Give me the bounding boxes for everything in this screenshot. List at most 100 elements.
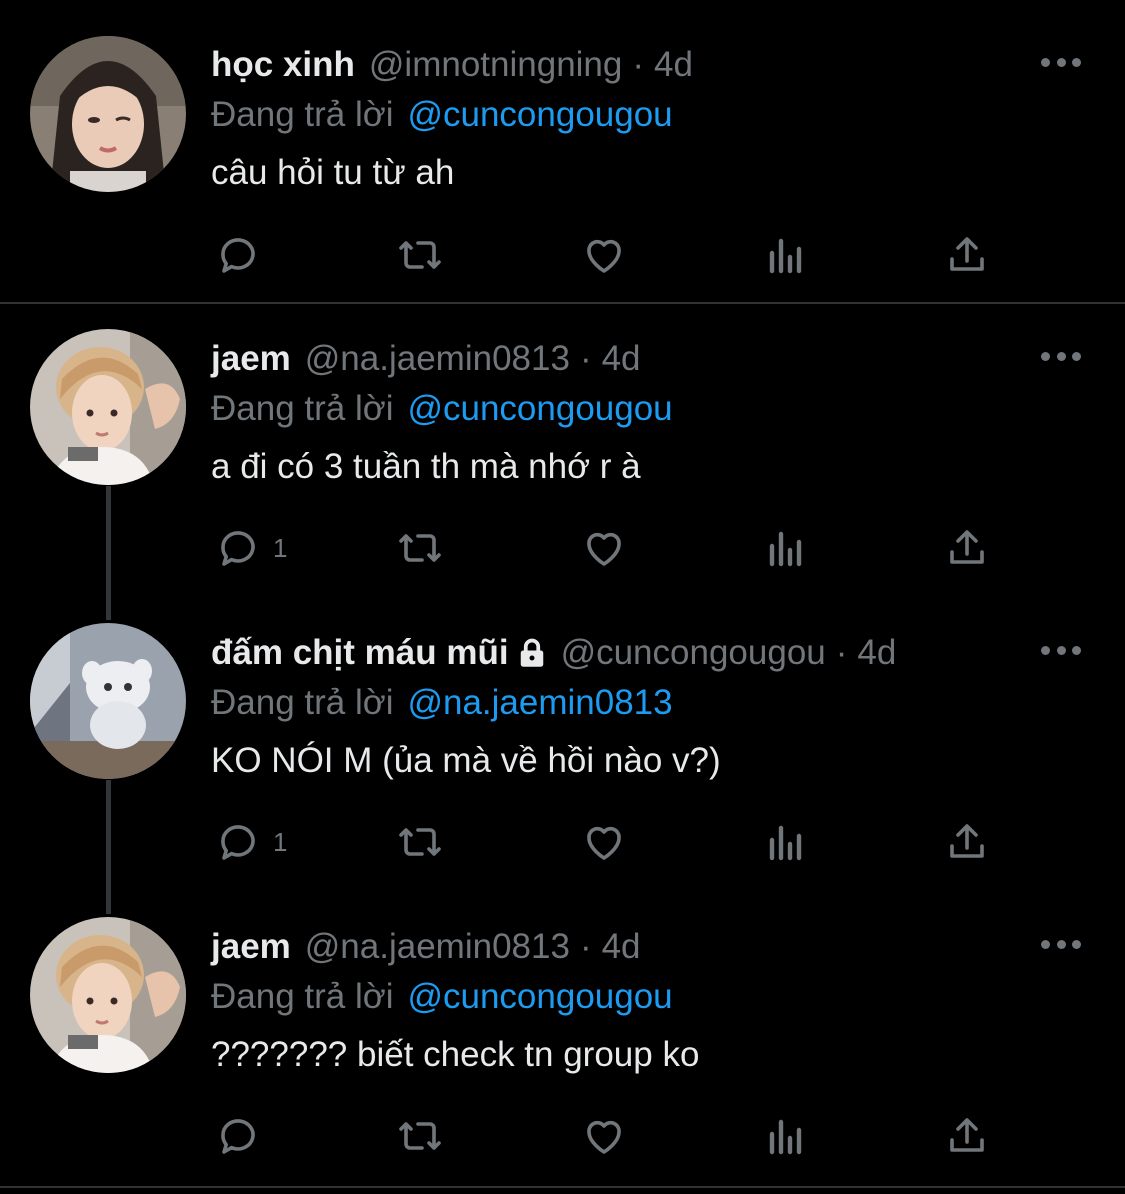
views-icon — [769, 531, 802, 567]
user-handle[interactable]: @imnotningning — [369, 45, 622, 85]
timestamp[interactable]: 4d — [857, 633, 896, 673]
tweet-text: KO NÓI M (ủa mà về hồi nào v?) — [211, 741, 721, 780]
views-button[interactable] — [762, 230, 810, 280]
mention-link[interactable]: @cuncongougou — [407, 977, 672, 1017]
reply-button[interactable]: 1 — [215, 523, 287, 573]
more-options-icon[interactable] — [1041, 640, 1081, 660]
share-button[interactable] — [943, 523, 991, 573]
reply-icon — [221, 1119, 255, 1154]
reply-icon — [221, 825, 255, 860]
share-button[interactable] — [943, 230, 991, 280]
timestamp[interactable]: 4d — [602, 339, 641, 379]
retweet-icon — [399, 828, 441, 856]
replying-to-label: Đang trả lời — [211, 977, 394, 1016]
avatar[interactable] — [30, 329, 186, 485]
display-name[interactable]: học xinh — [211, 45, 355, 85]
share-button[interactable] — [943, 817, 991, 867]
views-icon — [769, 1119, 802, 1155]
user-handle[interactable]: @cuncongougou — [561, 633, 826, 673]
retweet-icon — [399, 241, 441, 269]
reply-button[interactable] — [215, 1111, 273, 1161]
separator-dot: · — [632, 45, 645, 84]
like-icon — [587, 532, 621, 566]
reply-icon — [221, 531, 255, 566]
separator-dot: · — [579, 927, 592, 966]
like-button[interactable] — [580, 523, 628, 573]
like-button[interactable] — [580, 230, 628, 280]
tweet-header: học xinh @imnotningning · 4d — [211, 40, 1085, 90]
reply-count: 1 — [273, 532, 288, 563]
replying-to: Đang trả lời @cuncongougou — [211, 90, 1085, 140]
display-name[interactable]: đấm chịt máu mũi — [211, 633, 509, 673]
action-bar — [211, 230, 1001, 280]
mention-link[interactable]: @cuncongougou — [407, 95, 672, 135]
user-handle[interactable]: @na.jaemin0813 — [305, 339, 570, 379]
retweet-button[interactable] — [396, 523, 444, 573]
reply-icon — [221, 238, 255, 273]
replying-to: Đang trả lời @cuncongougou — [211, 384, 1085, 434]
action-bar: 1 — [211, 817, 1001, 867]
girl-portrait-image — [30, 36, 186, 192]
share-icon — [950, 237, 984, 271]
reply-count: 1 — [273, 826, 288, 857]
timestamp[interactable]: 4d — [654, 45, 693, 85]
avatar[interactable] — [30, 917, 186, 1073]
replying-to-label: Đang trả lời — [211, 683, 394, 722]
tweet[interactable]: jaem @na.jaemin0813 · 4d Đang trả lời @c… — [0, 892, 1125, 1186]
retweet-button[interactable] — [396, 230, 444, 280]
like-icon — [587, 826, 621, 860]
retweet-button[interactable] — [396, 817, 444, 867]
separator-dot: · — [579, 339, 592, 378]
views-button[interactable] — [762, 523, 810, 573]
retweet-button[interactable] — [396, 1111, 444, 1161]
share-icon — [950, 824, 984, 858]
tweet-text: ??????? biết check tn group ko — [211, 1035, 700, 1074]
share-button[interactable] — [943, 1111, 991, 1161]
more-options-icon[interactable] — [1041, 934, 1081, 954]
like-icon — [587, 239, 621, 273]
plush-toy-image — [30, 623, 186, 779]
replying-to-label: Đang trả lời — [211, 95, 394, 134]
views-button[interactable] — [762, 1111, 810, 1161]
views-icon — [769, 238, 802, 274]
retweet-icon — [399, 534, 441, 562]
share-icon — [950, 530, 984, 564]
more-options-icon[interactable] — [1041, 52, 1081, 72]
avatar[interactable] — [30, 36, 186, 192]
mention-link[interactable]: @cuncongougou — [407, 389, 672, 429]
tweet-text: a đi có 3 tuần th mà nhớ r à — [211, 447, 641, 486]
replying-to: Đang trả lời @na.jaemin0813 — [211, 678, 1085, 728]
timestamp[interactable]: 4d — [602, 927, 641, 967]
boy-portrait-image — [30, 917, 186, 1073]
views-button[interactable] — [762, 817, 810, 867]
avatar[interactable] — [30, 623, 186, 779]
action-bar — [211, 1111, 1001, 1161]
reply-button[interactable]: 1 — [215, 817, 287, 867]
reply-button[interactable] — [215, 230, 273, 280]
tweet-header: jaem @na.jaemin0813 · 4d — [211, 922, 1085, 972]
tweet-header: jaem @na.jaemin0813 · 4d — [211, 334, 1085, 384]
tweet[interactable]: đấm chịt máu mũi @cuncongougou · 4d Đang… — [0, 598, 1125, 892]
more-options-icon[interactable] — [1041, 346, 1081, 366]
tweet[interactable]: học xinh @imnotningning · 4d Đang trả lờ… — [0, 0, 1125, 302]
display-name[interactable]: jaem — [211, 927, 291, 967]
tweet[interactable]: jaem @na.jaemin0813 · 4d Đang trả lời @c… — [0, 304, 1125, 598]
tweet-divider — [0, 1186, 1125, 1188]
user-handle[interactable]: @na.jaemin0813 — [305, 927, 570, 967]
separator-dot: · — [835, 633, 848, 672]
retweet-icon — [399, 1122, 441, 1150]
tweet-text: câu hỏi tu từ ah — [211, 153, 455, 192]
replying-to: Đang trả lời @cuncongougou — [211, 972, 1085, 1022]
action-bar: 1 — [211, 523, 1001, 573]
tweet-header: đấm chịt máu mũi @cuncongougou · 4d — [211, 628, 1085, 678]
display-name[interactable]: jaem — [211, 339, 291, 379]
replying-to-label: Đang trả lời — [211, 389, 394, 428]
like-button[interactable] — [580, 817, 628, 867]
boy-portrait-image — [30, 329, 186, 485]
views-icon — [769, 825, 802, 861]
like-button[interactable] — [580, 1111, 628, 1161]
share-icon — [950, 1118, 984, 1152]
like-icon — [587, 1120, 621, 1154]
lock-icon — [520, 638, 543, 667]
mention-link[interactable]: @na.jaemin0813 — [407, 683, 672, 723]
